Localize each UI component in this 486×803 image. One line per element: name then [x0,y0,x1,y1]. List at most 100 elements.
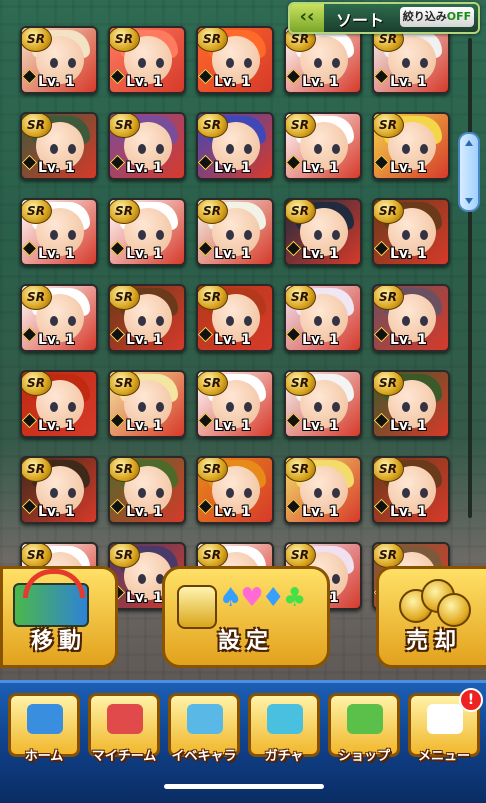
rarity-badge: SR [110,200,140,224]
gacha-icon [267,704,303,734]
character-eye [314,316,322,326]
nav-item-event-character[interactable]: イベキャラ [168,693,240,764]
character-eye [244,402,252,412]
character-card[interactable]: SRLv. 1 [196,456,274,524]
diamond-icon [198,412,214,429]
character-card[interactable]: SRLv. 1 [20,284,98,352]
diamond-icon [286,68,302,85]
home-indicator [164,784,324,789]
rarity-badge: SR [110,114,140,138]
character-card[interactable]: SR Lv. 1 [108,198,186,266]
character-card[interactable]: SRLv. 1 [284,284,362,352]
rarity-badge: SR [198,286,228,310]
level-label: Lv. 1 [302,504,339,520]
character-card[interactable]: SRLv. 1 [284,112,362,180]
diamond-icon [374,154,390,171]
character-eye [50,144,58,154]
character-eye [138,144,146,154]
diamond-icon [110,412,126,429]
scrollbar-track[interactable] [468,38,472,518]
character-eye [138,574,146,584]
nav-item-label: ショップ [337,749,390,764]
character-card[interactable]: SR Lv. 1 [372,112,450,180]
character-card[interactable]: SRLv. 1 [108,26,186,94]
character-eye [156,230,164,240]
rarity-badge: SR [286,372,316,396]
nav-item-shop[interactable]: ショップ [328,693,400,764]
rarity-badge: SR [286,114,316,138]
character-eye [314,230,322,240]
character-eye [402,230,410,240]
character-eye [244,144,252,154]
level-label: Lv. 1 [126,504,163,520]
character-card[interactable]: SRLv. 1 [196,284,274,352]
character-card[interactable]: SRLv. 1 [108,284,186,352]
character-card[interactable]: SRLv. 1 [108,112,186,180]
rarity-badge: SR [198,544,228,568]
home-icon [27,704,63,734]
character-card[interactable]: SRLv. 1 [372,284,450,352]
nav-item-label: ホーム [24,749,64,764]
character-eye [332,574,340,584]
character-card[interactable]: SRLv. 1 [196,26,274,94]
rarity-badge: SR [110,372,140,396]
character-eye [50,230,58,240]
level-label: Lv. 1 [390,418,427,434]
diamond-icon [374,412,390,429]
filter-toggle-button[interactable]: 絞り込みOFF [400,7,474,27]
character-eye [68,58,76,68]
nav-item-label: マイチーム [91,749,157,764]
rarity-badge: SR [198,28,228,52]
character-card[interactable]: SRLv. 1 [196,112,274,180]
character-card[interactable]: SRLv. 1 [372,456,450,524]
sell-button[interactable]: 売却 [376,566,486,668]
rarity-badge: SR [198,458,228,482]
character-card[interactable]: SRLv. 1 [372,26,450,94]
nav-item-menu[interactable]: メニュー! [408,688,483,764]
character-eye [420,316,428,326]
level-label: Lv. 1 [126,418,163,434]
rarity-badge: SR [22,114,52,138]
character-card[interactable]: SRLv. 1 [20,112,98,180]
scrollbar-thumb[interactable] [458,132,480,212]
character-card[interactable]: SR Lv. 1 [108,370,186,438]
set-label: 設定 [217,629,274,654]
level-label: Lv. 1 [38,504,75,520]
character-card[interactable]: SRLv. 1 [20,198,98,266]
level-label: Lv. 1 [126,246,163,262]
character-card[interactable]: SRLv. 1 [284,370,362,438]
sort-button[interactable]: ソート [336,7,384,31]
character-card[interactable]: SRLv. 1 [284,456,362,524]
level-label: Lv. 1 [390,160,427,176]
character-eye [420,230,428,240]
diamond-icon [198,154,214,171]
character-eye [244,230,252,240]
nav-item-gacha[interactable]: ガチャ [248,693,320,764]
diamond-icon [22,154,38,171]
nav-item-team[interactable]: マイチーム [88,693,160,764]
move-button[interactable]: 移動 [0,566,118,668]
rarity-badge: SR [374,114,404,138]
character-card[interactable]: SRLv. 1 [284,26,362,94]
collapse-arrow-button[interactable]: ‹‹ [290,4,324,32]
level-label: Lv. 1 [302,332,339,348]
character-card[interactable]: SRLv. 1 [196,198,274,266]
diamond-icon [198,68,214,85]
character-card[interactable]: SRLv. 1 [20,26,98,94]
character-card[interactable]: SRLv. 1 [20,456,98,524]
nav-item-home[interactable]: ホーム [8,693,80,764]
character-eye [314,488,322,498]
character-card[interactable]: SRLv. 1 [20,370,98,438]
card-suits-icon: ♠♥♦♣ [219,583,306,613]
set-button[interactable]: ♠♥♦♣ 設定 [162,566,330,668]
character-card[interactable]: SRLv. 1 [372,370,450,438]
character-card[interactable]: SRLv. 1 [372,198,450,266]
rarity-badge: SR [374,544,404,568]
diamond-icon [374,68,390,85]
character-card[interactable]: SRLv. 1 [108,456,186,524]
filter-label: 絞り込み [402,10,447,23]
rarity-badge: SR [374,200,404,224]
character-card[interactable]: SRLv. 1 [284,198,362,266]
level-label: Lv. 1 [126,74,163,90]
character-card[interactable]: SRLv. 1 [196,370,274,438]
